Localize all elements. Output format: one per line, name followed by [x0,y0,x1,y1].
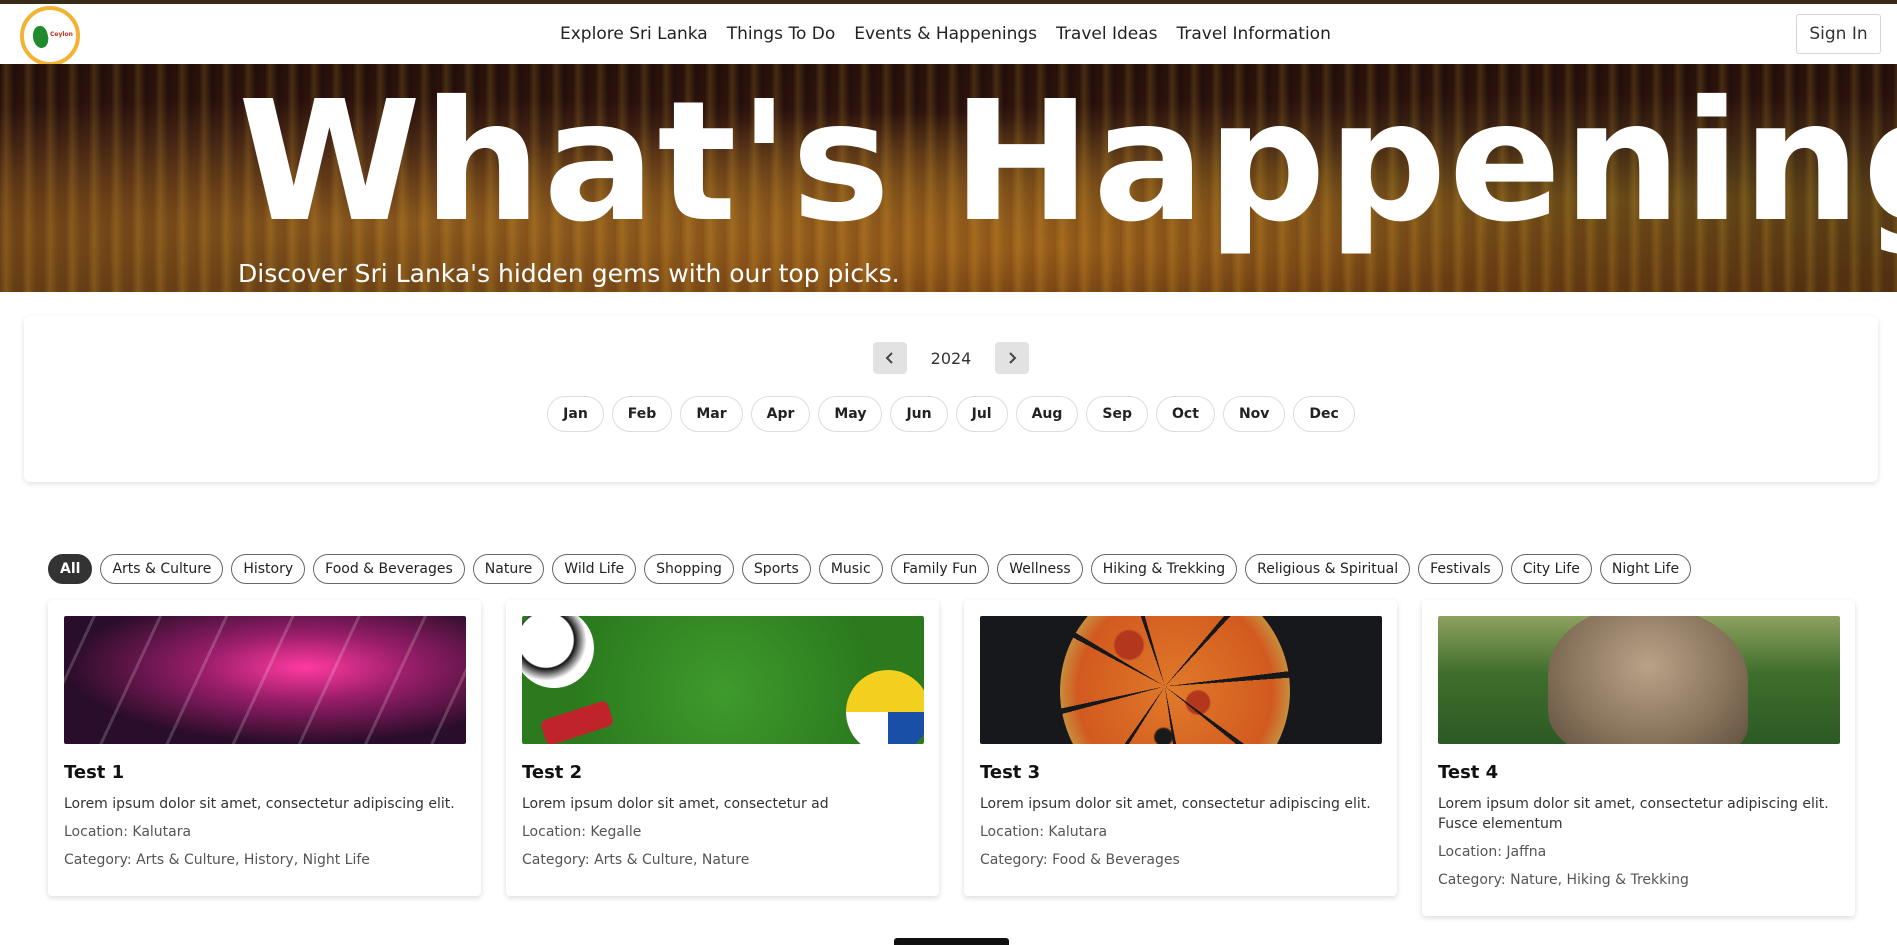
filter-history[interactable]: History [231,554,306,584]
filter-wild-life[interactable]: Wild Life [552,554,637,584]
logo-text: Ceylon [50,31,73,38]
filter-all[interactable]: All [48,554,93,584]
filter-arts-culture[interactable]: Arts & Culture [100,554,224,584]
pizza-slices [980,616,1382,744]
month-nov[interactable]: Nov [1222,396,1286,432]
hero-banner: What's Happening Discover Sri Lanka's hi… [0,64,1897,292]
event-location: Location: Jaffna [1438,844,1547,860]
hero-subtitle: Discover Sri Lanka's hidden gems with ou… [238,259,900,288]
event-title: Test 2 [522,762,583,783]
month-feb[interactable]: Feb [611,396,673,432]
filter-music[interactable]: Music [818,554,883,584]
month-sep[interactable]: Sep [1086,396,1149,432]
month-oct[interactable]: Oct [1156,396,1215,432]
month-jan[interactable]: Jan [547,396,604,432]
event-category: Category: Arts & Culture, History, Night… [64,852,370,868]
soccer-ball [522,616,594,688]
event-image-concert [64,616,466,744]
filter-sports[interactable]: Sports [741,554,811,584]
event-card[interactable]: Test 4 Lorem ipsum dolor sit amet, conse… [1422,600,1855,916]
load-more-button[interactable] [894,938,1009,945]
previous-year-button[interactable] [873,342,907,374]
event-location: Location: Kegalle [522,824,642,840]
month-may[interactable]: May [818,396,883,432]
event-location: Location: Kalutara [980,824,1108,840]
main-nav: Explore Sri Lanka Things To Do Events & … [560,4,1331,64]
event-description: Lorem ipsum dolor sit amet, consectetur … [980,796,1371,812]
filter-festivals[interactable]: Festivals [1418,554,1503,584]
event-description: Lorem ipsum dolor sit amet, consectetur … [64,796,455,812]
event-category: Category: Food & Beverages [980,852,1180,868]
filter-night-life[interactable]: Night Life [1599,554,1692,584]
sports-equipment [539,699,615,744]
next-year-button[interactable] [995,342,1029,374]
filter-nature[interactable]: Nature [472,554,545,584]
event-image-pizza [980,616,1382,744]
event-category: Category: Arts & Culture, Nature [522,852,750,868]
event-description: Lorem ipsum dolor sit amet, consectetur … [1438,796,1829,832]
filter-wellness[interactable]: Wellness [997,554,1083,584]
hero-title: What's Happening [238,66,1897,259]
nav-travel-information[interactable]: Travel Information [1177,24,1331,44]
nav-things-to-do[interactable]: Things To Do [727,24,836,44]
month-jun[interactable]: Jun [890,396,948,432]
year-selector: 2024 [24,342,1878,374]
month-dec[interactable]: Dec [1293,396,1355,432]
chevron-right-icon [1009,352,1017,364]
month-mar[interactable]: Mar [680,396,743,432]
event-card[interactable]: Test 3 Lorem ipsum dolor sit amet, conse… [964,600,1397,896]
nav-events-happenings[interactable]: Events & Happenings [854,24,1037,44]
sri-lanka-map-icon [30,24,51,50]
event-image-rock-fortress [1438,616,1840,744]
month-aug[interactable]: Aug [1015,396,1079,432]
filter-hiking-trekking[interactable]: Hiking & Trekking [1090,554,1238,584]
month-list: Jan Feb Mar Apr May Jun Jul Aug Sep Oct … [24,396,1878,432]
month-selector-panel: 2024 Jan Feb Mar Apr May Jun Jul Aug Sep… [24,316,1878,482]
volleyball [846,670,924,744]
category-filter-bar: All Arts & Culture History Food & Bevera… [48,554,1692,584]
filter-religious-spiritual[interactable]: Religious & Spiritual [1245,554,1411,584]
ceylon-logo[interactable]: Ceylon [20,6,80,66]
event-description: Lorem ipsum dolor sit amet, consectetur … [522,796,829,812]
filter-family-fun[interactable]: Family Fun [890,554,990,584]
filter-food-beverages[interactable]: Food & Beverages [313,554,465,584]
current-year: 2024 [930,348,972,368]
filter-shopping[interactable]: Shopping [644,554,734,584]
month-apr[interactable]: Apr [750,396,811,432]
event-title: Test 1 [64,762,125,783]
site-header: Ceylon Explore Sri Lanka Things To Do Ev… [0,4,1897,66]
event-title: Test 4 [1438,762,1499,783]
event-card[interactable]: Test 1 Lorem ipsum dolor sit amet, conse… [48,600,481,896]
event-image-sports [522,616,924,744]
filter-city-life[interactable]: City Life [1510,554,1592,584]
sign-in-button[interactable]: Sign In [1796,14,1881,54]
month-jul[interactable]: Jul [955,396,1008,432]
chevron-left-icon [885,352,893,364]
nav-travel-ideas[interactable]: Travel Ideas [1056,24,1157,44]
event-location: Location: Kalutara [64,824,192,840]
rock-fortress [1548,616,1748,744]
event-category: Category: Nature, Hiking & Trekking [1438,872,1689,888]
event-card[interactable]: Test 2 Lorem ipsum dolor sit amet, conse… [506,600,939,896]
nav-explore-sri-lanka[interactable]: Explore Sri Lanka [560,24,708,44]
event-title: Test 3 [980,762,1041,783]
